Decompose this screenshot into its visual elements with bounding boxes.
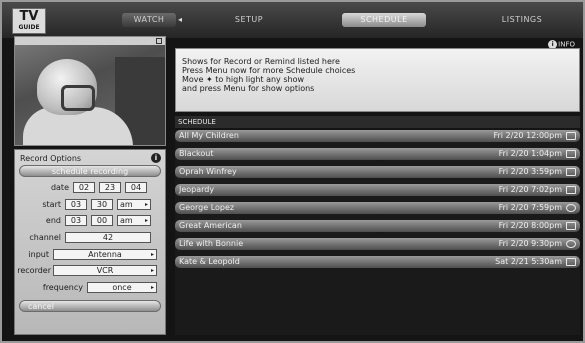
dropdown-arrow-icon: ▸ (150, 284, 154, 291)
schedule-recording-button[interactable]: schedule recording (19, 165, 161, 177)
schedule-row[interactable]: All My Children Fri 2/20 12:00pm (175, 130, 580, 142)
show-title: Blackout (179, 149, 214, 158)
help-line: Shows for Record or Remind listed here (182, 57, 340, 66)
remind-icon (566, 240, 576, 248)
dropdown-arrow-icon: ▸ (150, 267, 154, 274)
record-icon (566, 186, 576, 194)
schedule-row[interactable]: Kate & Leopold Sat 2/21 5:30am (175, 256, 580, 268)
help-line: Move ✦ to high light any show (182, 75, 304, 84)
tab-watch[interactable]: WATCH (122, 13, 176, 27)
channel-label: channel (29, 233, 61, 242)
start-minute-field[interactable]: 30 (91, 199, 113, 210)
preview-title-bar (15, 37, 165, 45)
info-icon[interactable]: i (151, 153, 161, 163)
date-month-field[interactable]: 02 (73, 182, 95, 193)
end-minute-field[interactable]: 00 (91, 215, 113, 226)
tab-setup[interactable]: SETUP (224, 13, 274, 27)
show-title: Jeopardy (179, 185, 215, 194)
recorder-label: recorder (17, 266, 51, 275)
frequency-select[interactable]: once ▸ (87, 282, 157, 293)
show-datetime: Fri 2/20 12:00pm (493, 131, 562, 140)
start-ampm-select[interactable]: am ▸ (117, 199, 151, 210)
schedule-row[interactable]: George Lopez Fri 2/20 7:59pm (175, 202, 580, 214)
record-icon (566, 168, 576, 176)
show-datetime: Fri 2/20 3:59pm (498, 167, 562, 176)
tv-guide-screen: TV GUIDE WATCH ◂ SETUP SCHEDULE LISTINGS… (0, 0, 585, 343)
live-tv-preview[interactable] (14, 36, 166, 146)
schedule-row[interactable]: Blackout Fri 2/20 1:04pm (175, 148, 580, 160)
channel-field[interactable]: 42 (65, 232, 151, 243)
dropdown-arrow-icon: ▸ (144, 217, 148, 224)
date-label: date (50, 183, 69, 192)
record-options-title: Record Options (20, 154, 82, 163)
show-title: Kate & Leopold (179, 257, 240, 266)
record-icon (566, 132, 576, 140)
record-icon (566, 222, 576, 230)
top-nav-bar: TV GUIDE WATCH ◂ SETUP SCHEDULE LISTINGS (2, 2, 583, 38)
start-label: start (42, 200, 61, 209)
date-day-field[interactable]: 23 (99, 182, 121, 193)
record-icon (566, 150, 576, 158)
input-select[interactable]: Antenna ▸ (53, 249, 157, 260)
date-year-field[interactable]: 04 (125, 182, 147, 193)
recorder-select[interactable]: VCR ▸ (53, 265, 157, 276)
show-datetime: Fri 2/20 8:00pm (498, 221, 562, 230)
dropdown-arrow-icon: ▸ (144, 201, 148, 208)
show-title: All My Children (179, 131, 239, 140)
show-title: Life with Bonnie (179, 239, 244, 248)
show-title: Great American (179, 221, 242, 230)
schedule-header: SCHEDULE (175, 116, 580, 128)
help-line: and press Menu for show options (182, 84, 315, 93)
tab-selected-arrow-icon: ◂ (178, 15, 183, 24)
show-datetime: Sat 2/21 5:30am (495, 257, 562, 266)
schedule-row[interactable]: Great American Fri 2/20 8:00pm (175, 220, 580, 232)
dropdown-arrow-icon: ▸ (150, 251, 154, 258)
end-hour-field[interactable]: 03 (65, 215, 87, 226)
show-datetime: Fri 2/20 7:02pm (498, 185, 562, 194)
record-options-panel: Record Options i schedule recording date… (14, 149, 166, 335)
schedule-row[interactable]: Jeopardy Fri 2/20 7:02pm (175, 184, 580, 196)
remind-icon (566, 204, 576, 212)
schedule-row[interactable]: Oprah Winfrey Fri 2/20 3:59pm (175, 166, 580, 178)
help-line: Press Menu now for more Schedule choices (182, 66, 356, 75)
show-datetime: Fri 2/20 7:59pm (498, 203, 562, 212)
frequency-label: frequency (42, 283, 83, 292)
show-title: Oprah Winfrey (179, 167, 237, 176)
end-ampm-select[interactable]: am ▸ (117, 215, 151, 226)
help-message-box: Shows for Record or Remind listed here P… (175, 48, 580, 112)
tv-guide-logo: TV GUIDE (12, 8, 46, 34)
maximize-icon[interactable] (156, 38, 162, 44)
input-label: input (28, 250, 49, 259)
end-label: end (45, 216, 61, 225)
cancel-button[interactable]: cancel (19, 300, 161, 312)
show-datetime: Fri 2/20 1:04pm (498, 149, 562, 158)
start-hour-field[interactable]: 03 (65, 199, 87, 210)
show-title: George Lopez (179, 203, 235, 212)
tab-schedule[interactable]: SCHEDULE (342, 13, 426, 27)
player-facemask (61, 85, 95, 111)
show-datetime: Fri 2/20 9:30pm (498, 239, 562, 248)
record-icon (566, 258, 576, 266)
schedule-row[interactable]: Life with Bonnie Fri 2/20 9:30pm (175, 238, 580, 250)
tab-listings[interactable]: LISTINGS (492, 13, 552, 27)
schedule-list: All My Children Fri 2/20 12:00pm Blackou… (175, 130, 580, 335)
